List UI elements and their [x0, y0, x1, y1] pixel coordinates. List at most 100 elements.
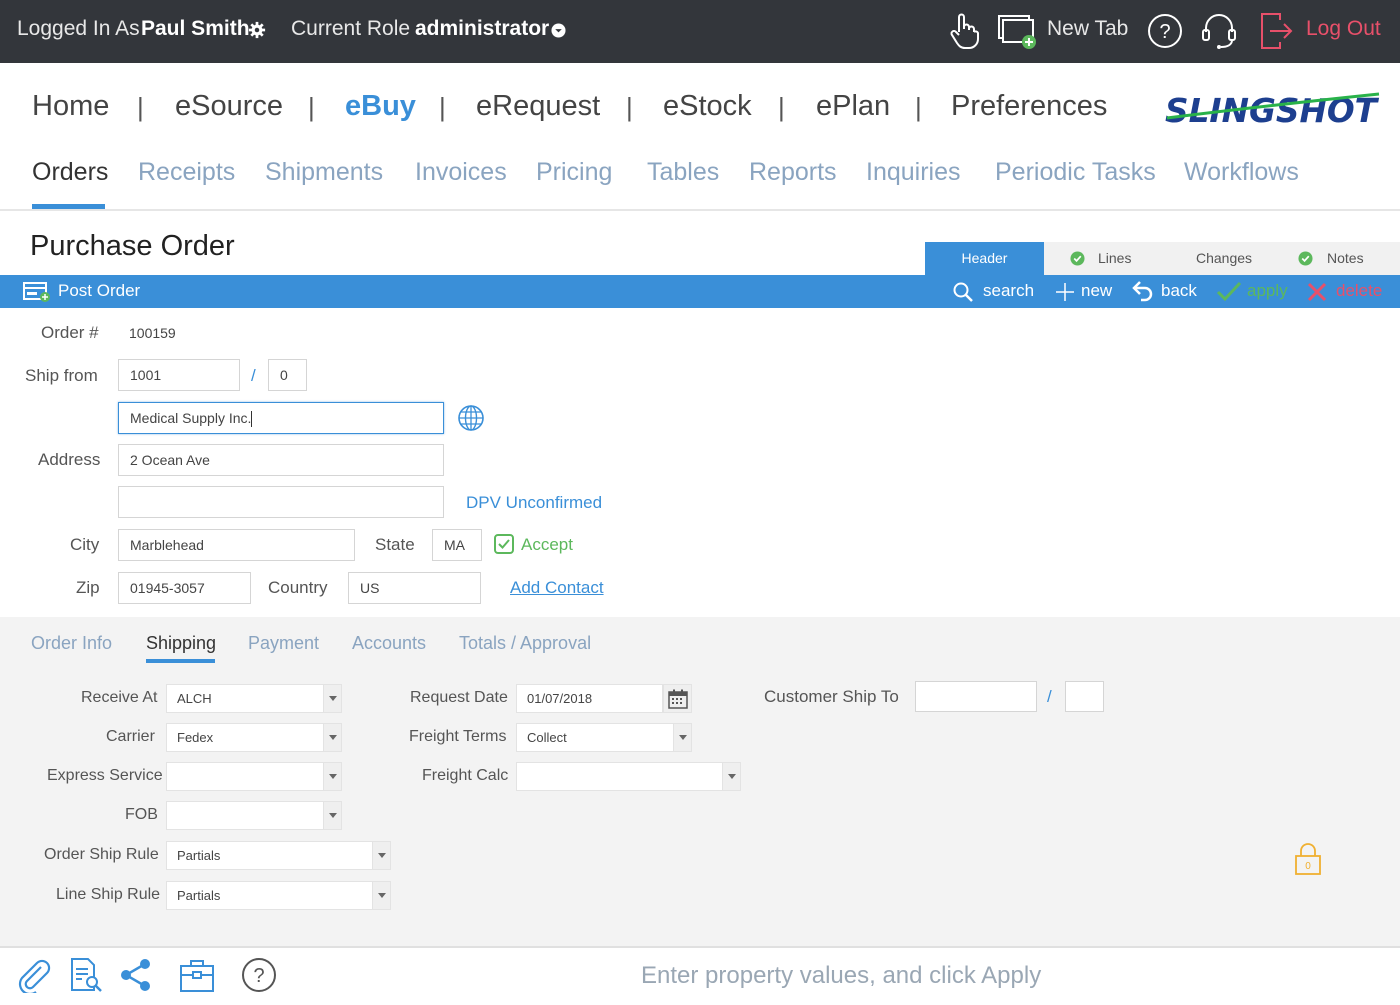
module-separator: |: [626, 92, 633, 122]
customer-ship-to-suffix-input[interactable]: [1065, 681, 1104, 712]
new-tab-icon[interactable]: [998, 15, 1038, 51]
briefcase-icon[interactable]: [179, 957, 215, 993]
module-esource[interactable]: eSource: [175, 90, 283, 123]
gear-icon[interactable]: [248, 21, 266, 39]
checkmark-icon[interactable]: [1216, 281, 1242, 303]
dropdown-arrow-icon[interactable]: [323, 802, 341, 829]
active-tab-indicator: [146, 659, 215, 663]
svg-text:?: ?: [1159, 21, 1170, 43]
dropdown-arrow-icon[interactable]: [372, 882, 390, 909]
country-input[interactable]: US: [348, 572, 481, 604]
lock-icon[interactable]: 0: [1294, 842, 1322, 876]
document-search-icon[interactable]: [70, 957, 104, 993]
module-separator: |: [137, 92, 144, 122]
subnav-invoices[interactable]: Invoices: [415, 158, 507, 187]
tab-payment[interactable]: Payment: [248, 633, 319, 654]
tab-shipping[interactable]: Shipping: [146, 633, 216, 654]
subnav-periodic-tasks[interactable]: Periodic Tasks: [995, 158, 1156, 187]
receive-at-select[interactable]: ALCH: [166, 684, 342, 713]
share-icon[interactable]: [119, 957, 153, 993]
date-picker-button[interactable]: [663, 684, 692, 713]
tab-accounts[interactable]: Accounts: [352, 633, 426, 654]
apply-button[interactable]: apply: [1247, 281, 1288, 301]
dpv-status-link[interactable]: DPV Unconfirmed: [466, 493, 602, 513]
subnav-tables[interactable]: Tables: [647, 158, 719, 187]
subnav-receipts[interactable]: Receipts: [138, 158, 235, 187]
search-icon[interactable]: [953, 282, 973, 302]
freight-calc-select[interactable]: [516, 762, 741, 791]
back-button[interactable]: back: [1161, 281, 1197, 301]
address-line1-input[interactable]: 2 Ocean Ave: [118, 444, 444, 476]
subnav-inquiries[interactable]: Inquiries: [866, 158, 961, 187]
dropdown-arrow-icon[interactable]: [323, 763, 341, 790]
globe-icon[interactable]: [457, 404, 485, 432]
order-ship-rule-label: Order Ship Rule: [44, 846, 159, 863]
request-date-input[interactable]: 01/07/2018: [516, 684, 663, 713]
accept-label[interactable]: Accept: [521, 535, 573, 555]
ship-from-name-input[interactable]: Medical Supply Inc.: [118, 402, 444, 434]
freight-terms-select[interactable]: Collect: [516, 723, 692, 752]
order-ship-rule-select[interactable]: Partials: [166, 841, 391, 870]
accept-checkbox-icon[interactable]: [494, 534, 514, 554]
tab-header[interactable]: Header: [925, 242, 1044, 275]
delete-button[interactable]: delete: [1336, 281, 1382, 301]
subnav-pricing[interactable]: Pricing: [536, 158, 612, 187]
freight-terms-value: Collect: [527, 730, 567, 745]
fob-select[interactable]: [166, 801, 342, 830]
pointer-hand-icon[interactable]: [948, 12, 980, 50]
line-ship-rule-select[interactable]: Partials: [166, 881, 391, 910]
module-eplan[interactable]: ePlan: [816, 90, 890, 123]
new-tab-label[interactable]: New Tab: [1047, 17, 1128, 41]
dropdown-arrow-icon[interactable]: [722, 763, 740, 790]
city-input[interactable]: Marblehead: [118, 529, 355, 561]
help-icon[interactable]: ?: [1147, 13, 1183, 49]
check-circle-icon: [1070, 251, 1085, 266]
logout-link[interactable]: Log Out: [1306, 17, 1381, 41]
tab-lines[interactable]: Lines: [1098, 242, 1131, 275]
paperclip-icon[interactable]: [17, 957, 51, 993]
zip-input[interactable]: 01945-3057: [118, 572, 251, 604]
carrier-select[interactable]: Fedex: [166, 723, 342, 752]
module-home[interactable]: Home: [32, 90, 109, 123]
plus-icon[interactable]: [1055, 282, 1075, 302]
module-estock[interactable]: eStock: [663, 90, 752, 123]
dropdown-arrow-icon[interactable]: [323, 724, 341, 751]
search-button[interactable]: search: [983, 281, 1034, 301]
record-tabs: Header Lines Changes Notes: [925, 242, 1400, 275]
chevron-down-icon[interactable]: [551, 23, 566, 38]
dropdown-arrow-icon[interactable]: [673, 724, 691, 751]
tab-notes[interactable]: Notes: [1327, 242, 1364, 275]
headset-icon[interactable]: [1200, 12, 1238, 50]
new-button[interactable]: new: [1081, 281, 1112, 301]
tab-totals-approval[interactable]: Totals / Approval: [459, 633, 591, 654]
module-preferences[interactable]: Preferences: [951, 90, 1107, 123]
post-order-icon[interactable]: [23, 281, 51, 303]
role-value[interactable]: administrator: [415, 17, 549, 41]
logout-icon[interactable]: [1260, 12, 1296, 50]
subnav-workflows[interactable]: Workflows: [1184, 158, 1299, 187]
undo-icon[interactable]: [1132, 280, 1154, 302]
address-line2-input[interactable]: [118, 486, 444, 518]
delete-x-icon[interactable]: [1306, 281, 1328, 303]
dropdown-arrow-icon[interactable]: [323, 685, 341, 712]
module-ebuy[interactable]: eBuy: [345, 90, 416, 123]
ship-from-suffix-input[interactable]: 0: [268, 359, 307, 391]
module-erequest[interactable]: eRequest: [476, 90, 600, 123]
ship-from-id-input[interactable]: 1001: [118, 359, 240, 391]
tab-order-info[interactable]: Order Info: [31, 633, 112, 654]
subnav-reports[interactable]: Reports: [749, 158, 837, 187]
express-service-select[interactable]: [166, 762, 342, 791]
user-name[interactable]: Paul Smith: [141, 17, 250, 41]
subnav-shipments[interactable]: Shipments: [265, 158, 383, 187]
ship-from-label: Ship from: [25, 366, 98, 385]
tab-changes[interactable]: Changes: [1196, 242, 1252, 275]
dropdown-arrow-icon[interactable]: [372, 842, 390, 869]
post-order-button[interactable]: Post Order: [58, 281, 140, 301]
footer-divider: [0, 946, 1400, 948]
help-icon[interactable]: ?: [241, 957, 277, 993]
add-contact-link[interactable]: Add Contact: [510, 578, 604, 598]
customer-ship-to-input[interactable]: [915, 681, 1037, 712]
status-message: Enter property values, and click Apply: [641, 962, 1042, 989]
subnav-orders[interactable]: Orders: [32, 158, 108, 187]
state-input[interactable]: MA: [432, 529, 482, 561]
